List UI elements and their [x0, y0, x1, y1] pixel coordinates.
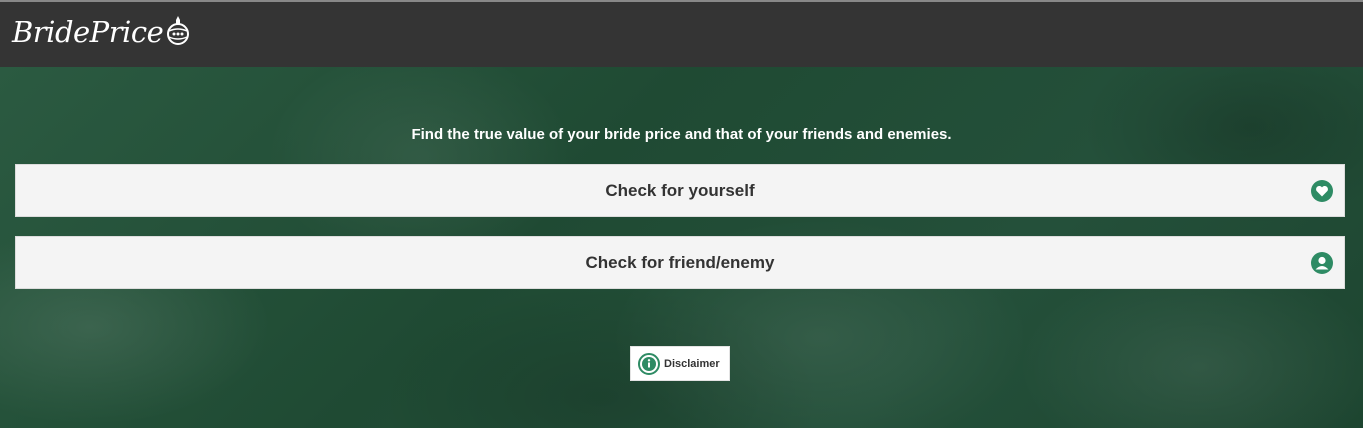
check-friend-button[interactable]: Check for friend/enemy: [15, 236, 1345, 289]
site-header: BridePrice: [0, 0, 1363, 67]
check-yourself-button[interactable]: Check for yourself: [15, 164, 1345, 217]
check-friend-label: Check for friend/enemy: [585, 253, 775, 272]
logo[interactable]: BridePrice: [12, 12, 190, 52]
info-icon: [638, 352, 660, 375]
disclaimer-button[interactable]: Disclaimer: [630, 346, 730, 381]
user-icon: [1311, 252, 1333, 274]
check-yourself-label: Check for yourself: [605, 181, 755, 200]
heart-icon: [1311, 180, 1333, 202]
disclaimer-label: Disclaimer: [664, 357, 720, 370]
tagline: Find the true value of your bride price …: [411, 126, 952, 143]
ornament-icon: [166, 15, 190, 52]
logo-text: BridePrice: [12, 15, 164, 49]
